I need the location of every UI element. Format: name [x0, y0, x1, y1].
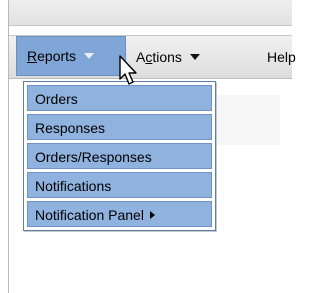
menu-bar: Reports Actions Help	[9, 35, 296, 79]
menu-actions[interactable]: Actions	[136, 36, 200, 78]
reports-dropdown-menu: Orders Responses Orders/Responses Notifi…	[23, 81, 216, 231]
reports-label: eports	[37, 48, 77, 64]
mouse-cursor-icon	[119, 55, 137, 85]
menu-item-label: Notifications	[35, 178, 112, 194]
submenu-arrow-icon	[149, 211, 155, 220]
menu-item-label: Orders/Responses	[35, 149, 152, 165]
window-left-border	[0, 0, 9, 293]
chevron-down-icon	[189, 54, 200, 61]
menu-item-responses[interactable]: Responses	[27, 114, 212, 140]
menu-item-label: Responses	[35, 120, 106, 136]
menu-item-label: Notification Panel	[35, 207, 144, 223]
menu-item-orders-responses[interactable]: Orders/Responses	[27, 143, 212, 169]
title-strip	[9, 0, 292, 26]
menu-help[interactable]: Help	[267, 36, 296, 78]
help-label: Help	[267, 49, 296, 65]
menu-item-notifications[interactable]: Notifications	[27, 172, 212, 198]
menu-item-notification-panel[interactable]: Notification Panel	[27, 201, 212, 227]
reports-mnemonic: R	[27, 48, 38, 64]
menu-item-label: Orders	[35, 91, 78, 107]
menu-item-orders[interactable]: Orders	[27, 85, 212, 111]
menu-reports[interactable]: Reports	[16, 36, 126, 76]
chevron-down-icon	[84, 53, 95, 60]
actions-label-end: tions	[152, 49, 182, 65]
